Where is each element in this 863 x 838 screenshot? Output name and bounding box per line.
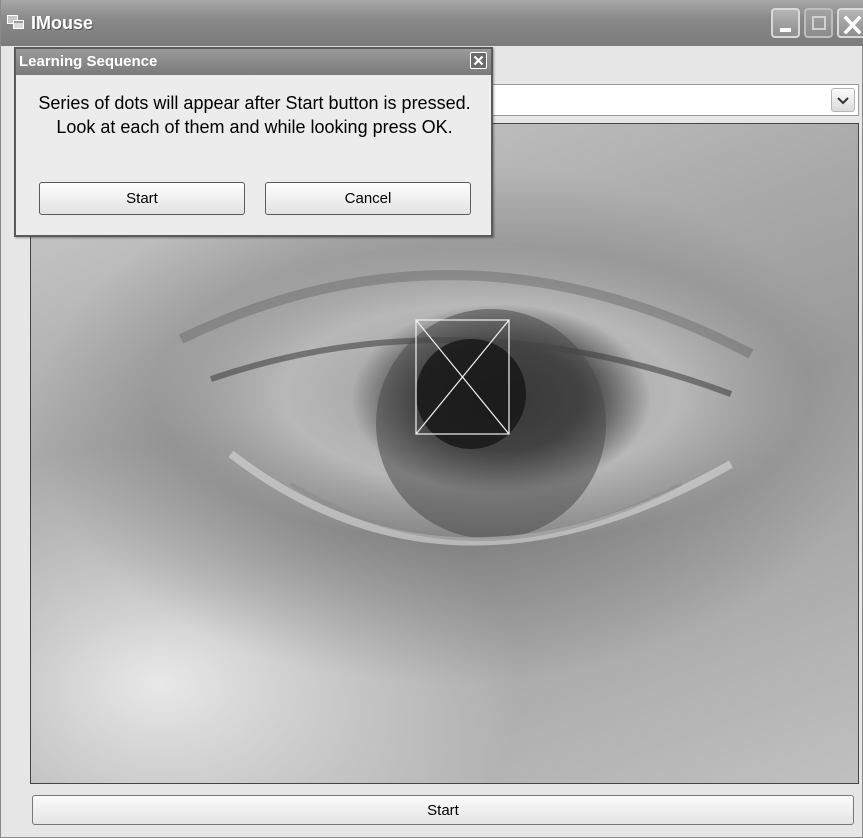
dialog-title: Learning Sequence [19,53,158,70]
close-icon [473,55,484,66]
maximize-icon [812,16,826,30]
title-bar[interactable]: IMouse [1,0,863,46]
chevron-down-icon [837,97,849,105]
main-window: IMouse Start Learning Sequence Series of… [0,0,863,838]
camera-select[interactable] [471,84,859,116]
dialog-start-button[interactable]: Start [39,182,245,215]
dialog-message: Series of dots will appear after Start b… [38,93,471,137]
close-icon [843,15,862,35]
learning-sequence-dialog: Learning Sequence Series of dots will ap… [14,47,493,237]
minimize-icon [780,28,791,32]
dialog-cancel-button[interactable]: Cancel [265,182,471,215]
app-window-icon [7,15,24,29]
minimize-button[interactable] [771,8,800,38]
close-button[interactable] [837,8,863,38]
dropdown-arrow-button[interactable] [831,88,855,112]
dialog-title-bar[interactable]: Learning Sequence [16,49,491,75]
dialog-close-button[interactable] [470,52,487,69]
start-button[interactable]: Start [32,795,854,825]
maximize-button[interactable] [804,8,833,38]
window-title: IMouse [31,13,94,33]
